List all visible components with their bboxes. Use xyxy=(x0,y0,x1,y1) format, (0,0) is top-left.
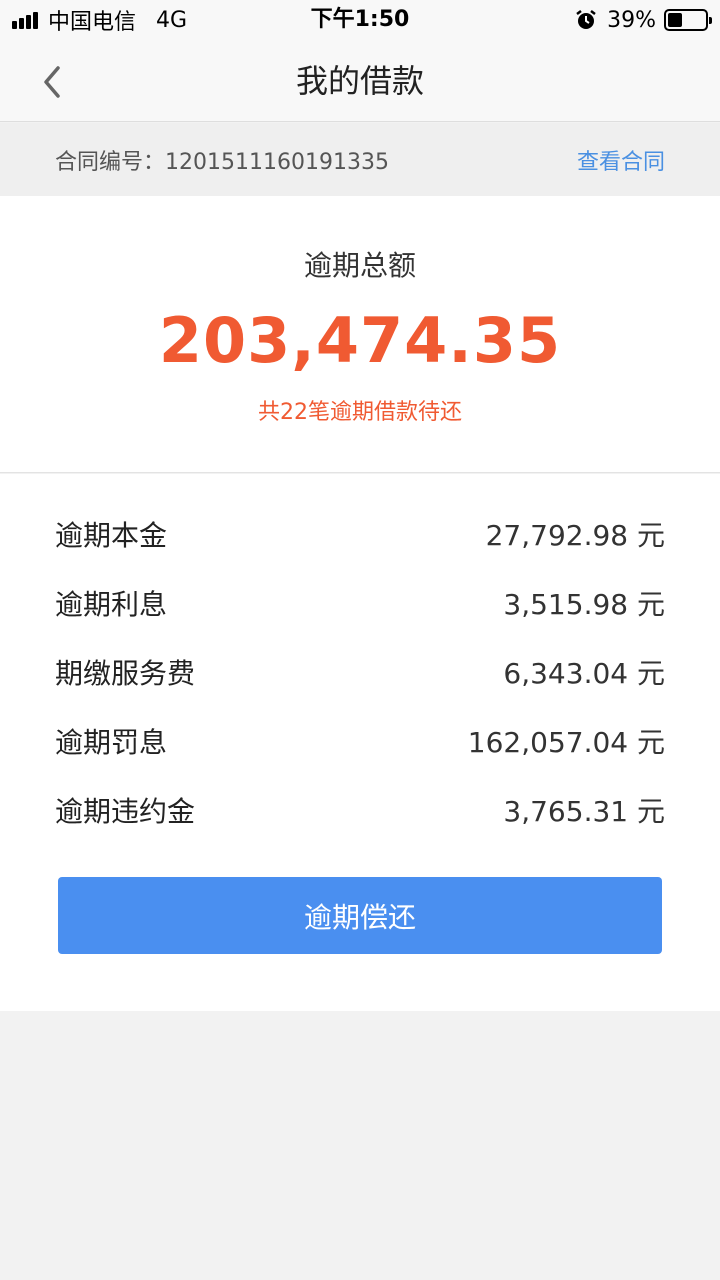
detail-value: 3,515.98 元 xyxy=(503,588,665,621)
detail-label: 期缴服务费 xyxy=(55,657,196,690)
detail-label: 逾期违约金 xyxy=(55,795,196,828)
overdue-count-text: 共22笔逾期借款待还 xyxy=(258,400,462,425)
back-button[interactable] xyxy=(30,60,74,104)
overdue-details: 逾期本金 27,792.98 元 逾期利息 3,515.98 元 期缴服务费 6… xyxy=(0,474,720,1011)
signal-icon xyxy=(12,11,40,29)
page-title: 我的借款 xyxy=(295,62,424,100)
chevron-left-icon xyxy=(44,66,60,98)
detail-row-interest: 逾期利息 3,515.98 元 xyxy=(55,583,665,623)
alarm-icon xyxy=(576,10,596,29)
overdue-total-amount: 203,474.35 xyxy=(158,304,562,377)
detail-value: 27,792.98 元 xyxy=(485,519,665,552)
battery-percent: 39% xyxy=(607,7,656,33)
detail-row-penalty-interest: 逾期罚息 162,057.04 元 xyxy=(55,721,665,761)
carrier-name: 中国电信 xyxy=(48,10,137,35)
detail-row-principal: 逾期本金 27,792.98 元 xyxy=(55,514,665,554)
detail-value: 162,057.04 元 xyxy=(467,726,665,759)
contract-bar: 合同编号：1201511160191335 查看合同 xyxy=(0,123,720,196)
detail-value: 6,343.04 元 xyxy=(503,657,665,690)
status-right: 39% xyxy=(575,0,712,40)
contract-number: 合同编号：1201511160191335 xyxy=(55,149,389,175)
detail-label: 逾期罚息 xyxy=(55,726,168,759)
battery-icon xyxy=(664,9,712,31)
detail-row-service-fee: 期缴服务费 6,343.04 元 xyxy=(55,652,665,692)
status-bar: 中国电信 4G 下午1:50 39% xyxy=(0,0,720,40)
nav-bar: 我的借款 xyxy=(0,40,720,122)
repay-overdue-button[interactable]: 逾期偿还 xyxy=(58,877,662,954)
detail-label: 逾期利息 xyxy=(55,588,168,621)
status-left: 中国电信 4G xyxy=(12,0,187,40)
battery-fill xyxy=(668,13,683,27)
detail-label: 逾期本金 xyxy=(55,519,168,552)
detail-row-default-fee: 逾期违约金 3,765.31 元 xyxy=(55,790,665,830)
overdue-summary: 逾期总额 203,474.35 共22笔逾期借款待还 xyxy=(0,196,720,473)
detail-value: 3,765.31 元 xyxy=(503,795,665,828)
overdue-total-title: 逾期总额 xyxy=(303,249,416,282)
view-contract-link[interactable]: 查看合同 xyxy=(577,144,665,176)
network-type: 4G xyxy=(156,7,188,33)
